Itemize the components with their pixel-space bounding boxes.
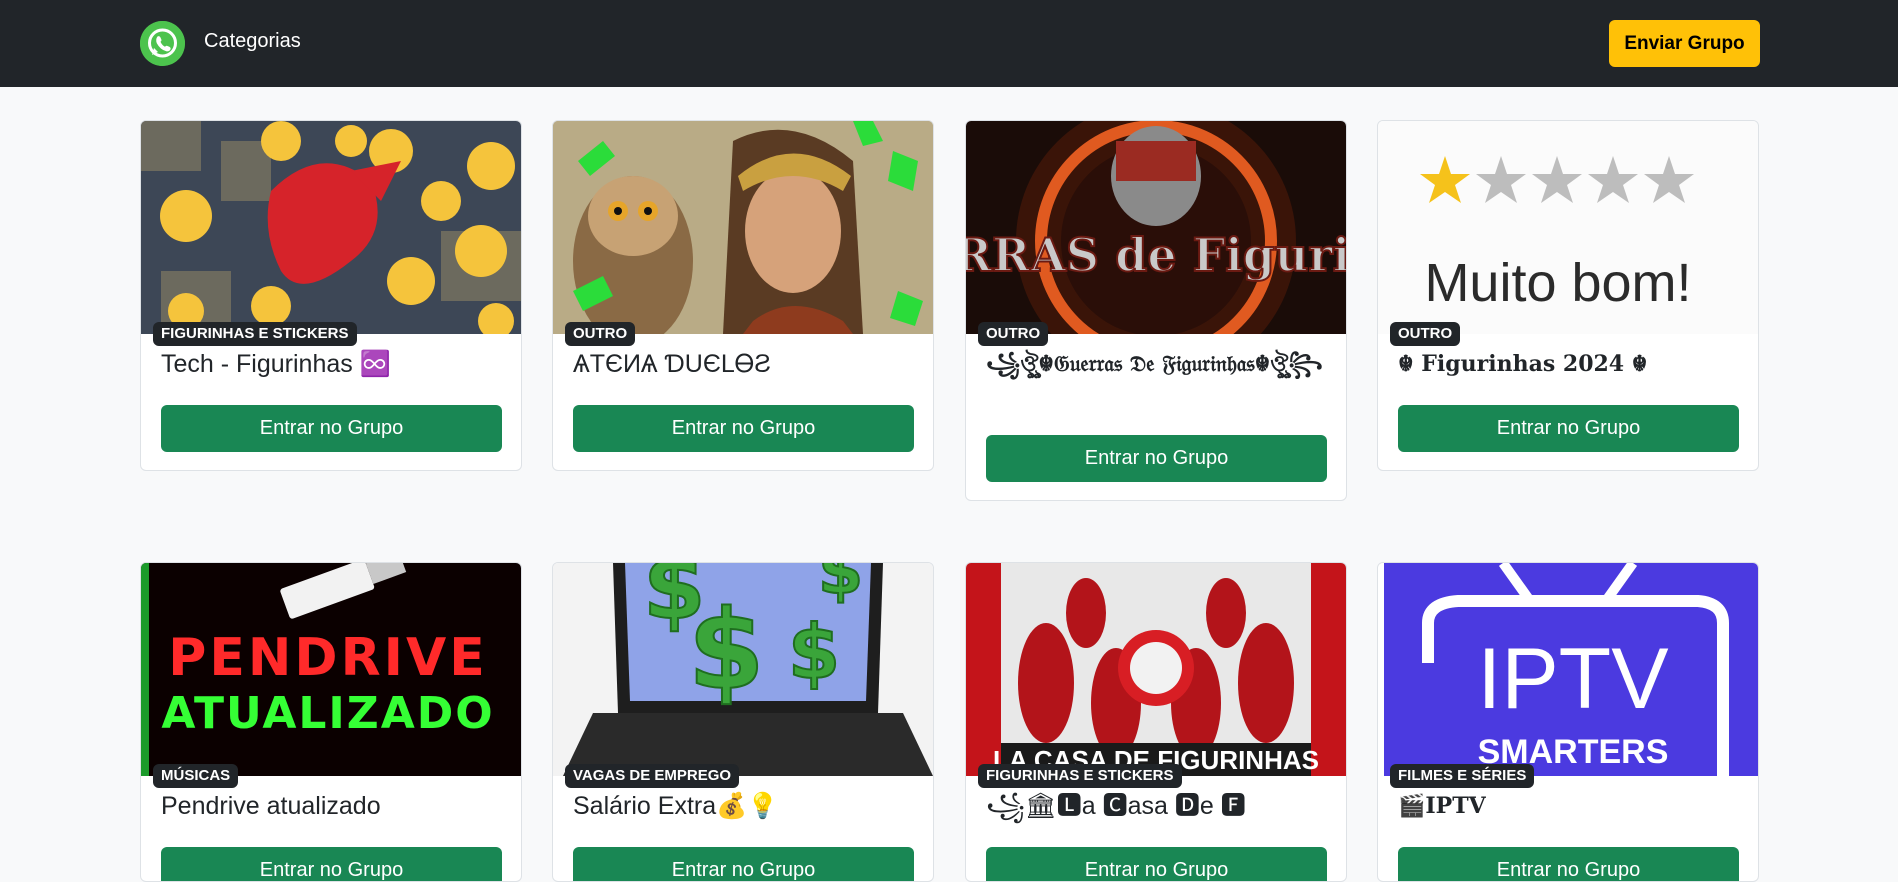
categories-link[interactable]: Categorias xyxy=(204,30,301,53)
group-card: $ $ $ $ VAGAS DE EMPREGO Salário Extra💰💡… xyxy=(552,562,934,882)
group-title: ꧁ঔৣ☬𝔊𝔲𝔢𝔯𝔯𝔞𝔰 𝔇𝔢 𝔉𝔦𝔤𝔲𝔯𝔦𝔫𝔥𝔞𝔰☬ঔৣ꧂ xyxy=(986,351,1323,377)
svg-text:$: $ xyxy=(818,563,863,609)
category-badge: FILMES E SÉRIES xyxy=(1390,764,1535,788)
group-image[interactable]: LA CASA DE FIGURINHAS xyxy=(966,563,1346,776)
group-card: OUTRO ѦТЄИѦ ƊUЄLᎾƧ Entrar no Grupo xyxy=(552,120,934,471)
group-image[interactable] xyxy=(141,121,521,334)
group-card: FIGURINHAS E STICKERS Tech - Figurinhas … xyxy=(140,120,522,471)
join-group-button[interactable]: Entrar no Grupo xyxy=(161,405,502,452)
group-card: IPTV SMARTERS FILMES E SÉRIES 🎬𝐈𝐏𝐓𝐕 Entr… xyxy=(1377,562,1759,882)
top-navbar: Categorias Enviar Grupo xyxy=(0,0,1898,87)
svg-text:$: $ xyxy=(788,608,840,696)
group-title: 🎬𝐈𝐏𝐓𝐕 xyxy=(1398,793,1486,819)
group-image[interactable]: $ $ $ $ xyxy=(553,563,933,776)
category-badge: VAGAS DE EMPREGO xyxy=(565,764,740,788)
image-caption: Muito bom! xyxy=(1424,253,1691,313)
image-caption: GUERRAS de Figurinhas xyxy=(966,228,1346,282)
group-title: ꧁🏛🅻a 🅲asa 🅳e 🅵 xyxy=(986,792,1246,820)
category-badge: OUTRO xyxy=(565,322,636,346)
join-group-button[interactable]: Entrar no Grupo xyxy=(573,847,914,881)
join-group-button[interactable]: Entrar no Grupo xyxy=(161,847,502,881)
group-card: PENDRIVE ATUALIZADO MÚSICAS Pendrive atu… xyxy=(140,562,522,882)
whatsapp-icon[interactable] xyxy=(140,21,185,66)
category-badge: FIGURINHAS E STICKERS xyxy=(978,764,1182,788)
group-image[interactable] xyxy=(553,121,933,334)
group-card: Muito bom! OUTRO ☬ 𝐅𝐢𝐠𝐮𝐫𝐢𝐧𝐡𝐚𝐬 𝟐𝟎𝟐𝟒 ☬ Ent… xyxy=(1377,120,1759,471)
group-title: ѦТЄИѦ ƊUЄLᎾƧ xyxy=(573,350,771,378)
group-card: GUERRAS de Figurinhas OUTRO ꧁ঔৣ☬𝔊𝔲𝔢𝔯𝔯𝔞𝔰 … xyxy=(965,120,1347,501)
category-badge: FIGURINHAS E STICKERS xyxy=(153,322,357,346)
group-title: Tech - Figurinhas ♾️ xyxy=(161,350,391,378)
group-image[interactable]: Muito bom! xyxy=(1378,121,1758,334)
join-group-button[interactable]: Entrar no Grupo xyxy=(986,435,1327,482)
join-group-button[interactable]: Entrar no Grupo xyxy=(573,405,914,452)
send-group-button[interactable]: Enviar Grupo xyxy=(1609,20,1760,67)
join-group-button[interactable]: Entrar no Grupo xyxy=(986,847,1327,881)
image-caption: IPTV xyxy=(1477,631,1668,727)
join-group-button[interactable]: Entrar no Grupo xyxy=(1398,405,1739,452)
svg-text:$: $ xyxy=(688,586,765,714)
image-caption: ATUALIZADO xyxy=(161,688,494,739)
group-image[interactable]: GUERRAS de Figurinhas xyxy=(966,121,1346,334)
image-caption: PENDRIVE xyxy=(168,628,487,688)
group-title: ☬ 𝐅𝐢𝐠𝐮𝐫𝐢𝐧𝐡𝐚𝐬 𝟐𝟎𝟐𝟒 ☬ xyxy=(1398,351,1648,377)
group-image[interactable]: PENDRIVE ATUALIZADO xyxy=(141,563,521,776)
category-badge: OUTRO xyxy=(978,322,1049,346)
group-image[interactable]: IPTV SMARTERS xyxy=(1378,563,1758,776)
group-title: Salário Extra💰💡 xyxy=(573,792,779,820)
category-badge: OUTRO xyxy=(1390,322,1461,346)
group-card: LA CASA DE FIGURINHAS FIGURINHAS E STICK… xyxy=(965,562,1347,882)
group-title: Pendrive atualizado xyxy=(161,792,381,820)
join-group-button[interactable]: Entrar no Grupo xyxy=(1398,847,1739,881)
category-badge: MÚSICAS xyxy=(153,764,239,788)
